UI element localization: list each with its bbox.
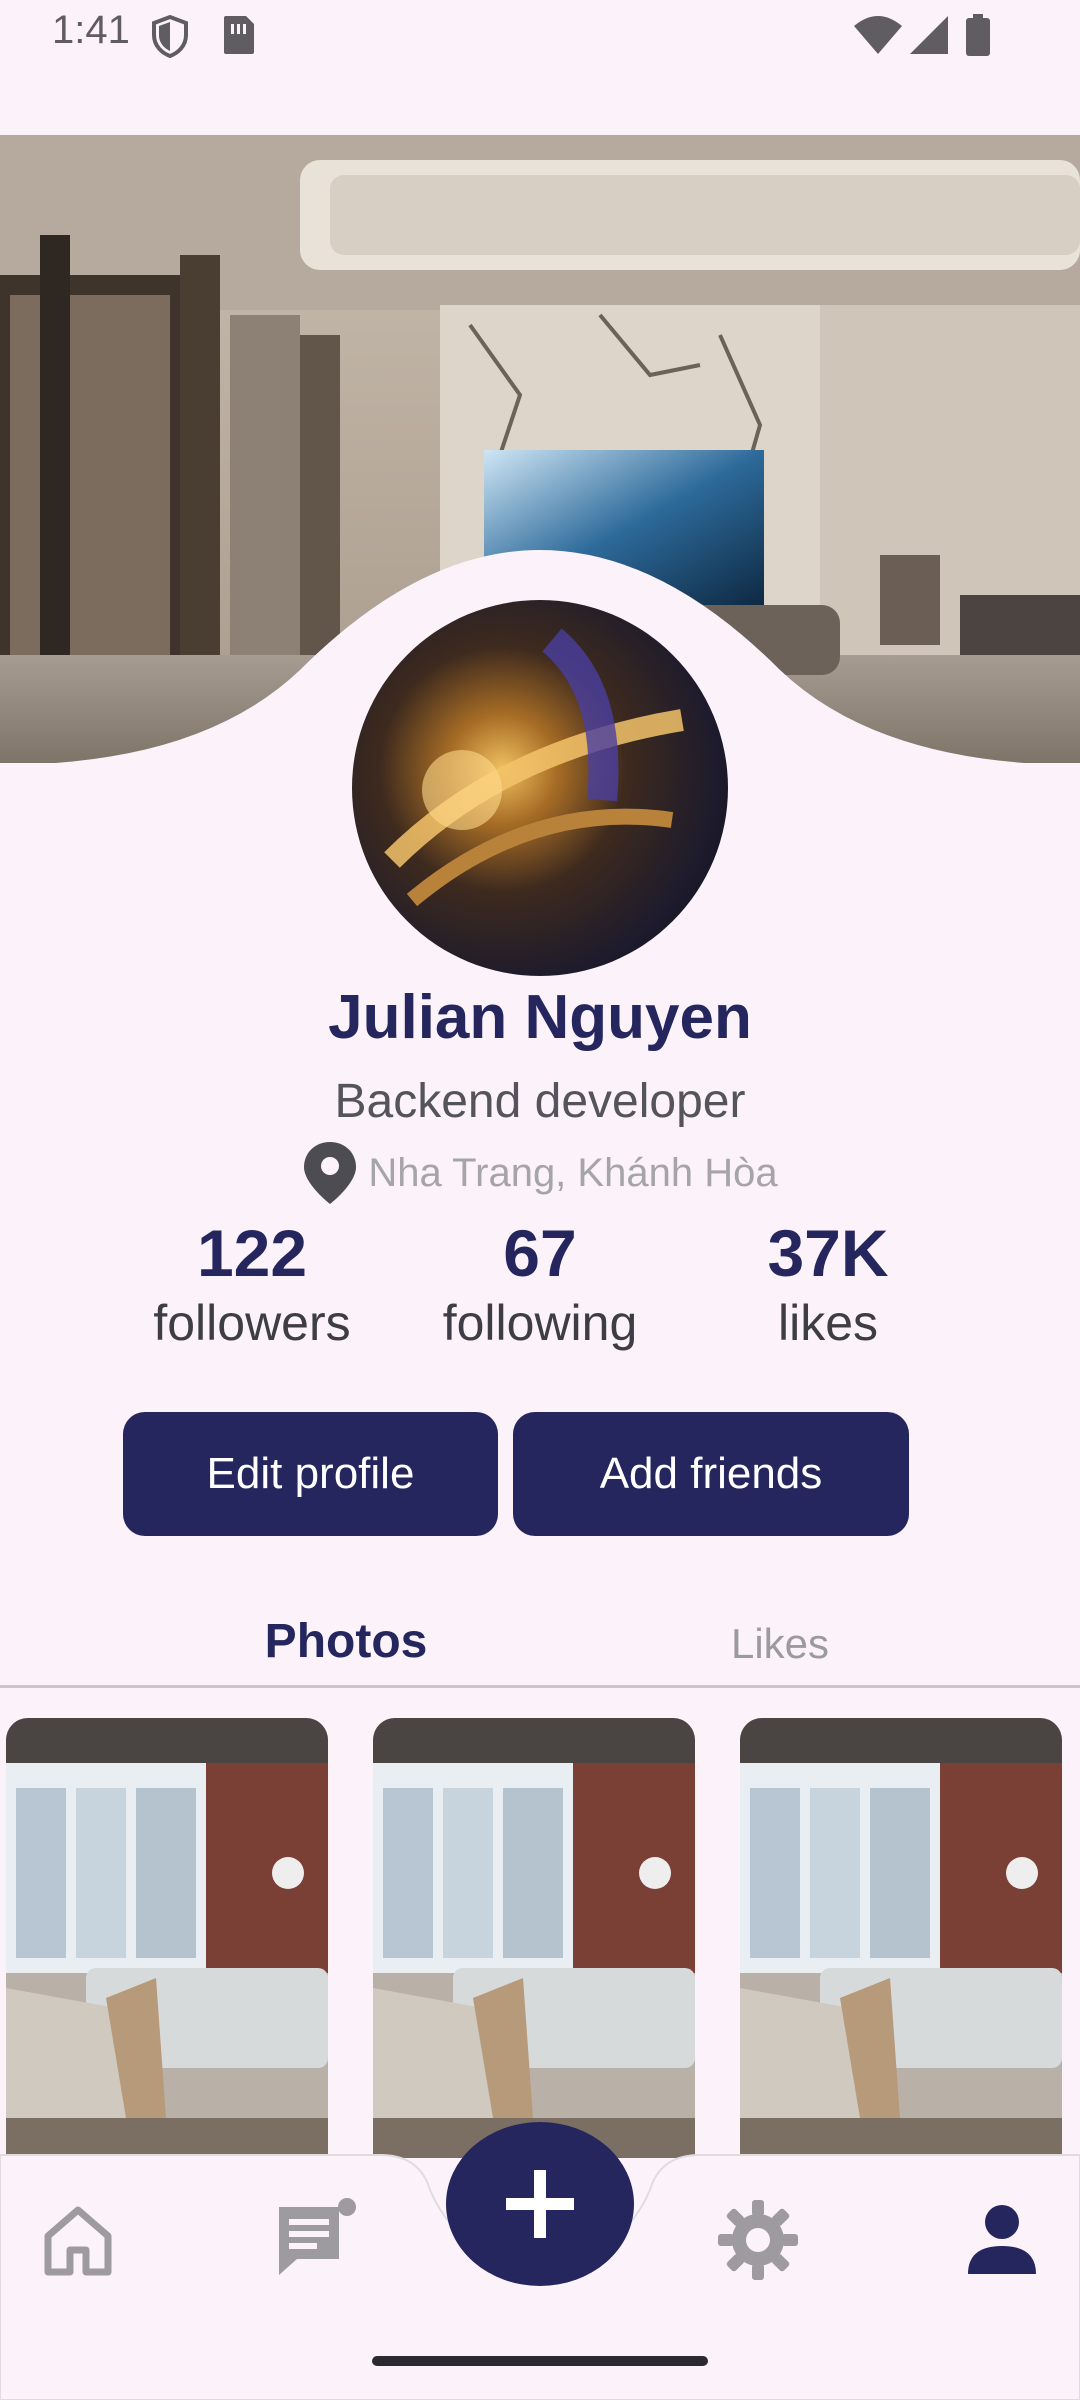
tab-photos[interactable]: Photos: [206, 1614, 486, 1669]
stat-followers[interactable]: 122 followers: [122, 1220, 382, 1352]
home-icon: [44, 2206, 112, 2276]
status-time: 1:41: [52, 8, 130, 52]
stat-value: 67: [503, 1216, 577, 1290]
profile-role: Backend developer: [334, 1075, 746, 1128]
nav-profile[interactable]: [952, 2190, 1052, 2290]
photo-thumbnail[interactable]: [740, 1718, 1062, 2158]
tab-likes[interactable]: Likes: [650, 1620, 910, 1668]
tab-divider: [0, 1685, 1080, 1688]
nav-settings[interactable]: [708, 2190, 808, 2290]
nav-home[interactable]: [28, 2190, 128, 2290]
add-post-button[interactable]: [446, 2122, 634, 2286]
stat-value: 122: [196, 1216, 308, 1290]
photo-thumbnail[interactable]: [373, 1718, 695, 2158]
stat-label: followers: [153, 1295, 351, 1351]
nav-feed[interactable]: [268, 2190, 368, 2290]
settings-icon: [718, 2200, 798, 2280]
add-icon: [506, 2170, 574, 2238]
status-bar: 1:41: [0, 0, 1080, 80]
photo-thumbnail[interactable]: [6, 1718, 328, 2158]
feed-icon: [279, 2198, 356, 2275]
stat-label: following: [442, 1295, 638, 1351]
stat-likes[interactable]: 37K likes: [698, 1220, 958, 1352]
edit-profile-button[interactable]: Edit profile: [123, 1412, 498, 1536]
wifi-icon: [854, 16, 902, 54]
stat-following[interactable]: 67 following: [410, 1220, 670, 1352]
location-text: Nha Trang, Khánh Hòa: [368, 1150, 778, 1195]
add-friends-button[interactable]: Add friends: [513, 1412, 909, 1536]
location-pin-icon: [304, 1142, 357, 1204]
avatar[interactable]: [352, 600, 728, 976]
home-indicator[interactable]: [372, 2356, 708, 2366]
battery-icon: [966, 14, 990, 56]
shield-icon: [152, 14, 188, 58]
sim-card-icon: [224, 16, 254, 54]
stat-label: likes: [777, 1295, 879, 1351]
profile-location: Nha Trang, Khánh Hòa: [0, 1140, 1080, 1206]
profile-icon: [968, 2205, 1036, 2274]
signal-icon: [910, 16, 948, 54]
profile-name: Julian Nguyen: [328, 983, 752, 1052]
stat-value: 37K: [767, 1216, 889, 1290]
